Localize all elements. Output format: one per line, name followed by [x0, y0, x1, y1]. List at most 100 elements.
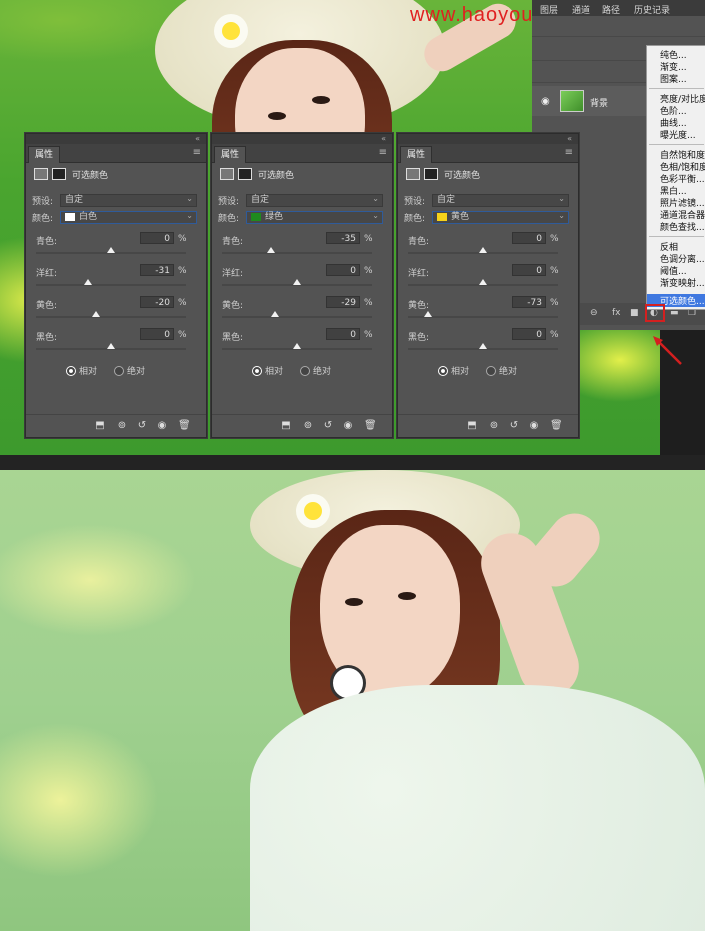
menu-item[interactable]: 曲线... — [660, 118, 687, 130]
clip-to-layer-icon[interactable]: ⬒ — [280, 420, 292, 432]
slider-thumb[interactable] — [479, 343, 487, 349]
radio-relative[interactable]: 相对 — [252, 364, 283, 377]
menu-item[interactable]: 亮度/对比度... — [660, 94, 705, 106]
mask-icon[interactable] — [238, 168, 252, 180]
visibility-eye-icon[interactable]: ◉ — [541, 96, 550, 107]
view-previous-icon[interactable]: ⊚ — [116, 420, 128, 432]
menu-item[interactable]: 颜色查找... — [660, 222, 705, 234]
clip-to-layer-icon[interactable]: ⬒ — [94, 420, 106, 432]
slider-thumb[interactable] — [479, 247, 487, 253]
radio-absolute[interactable]: 绝对 — [300, 364, 331, 377]
tab-properties[interactable]: 属性 — [214, 146, 247, 163]
slider-track[interactable] — [36, 316, 186, 318]
tab-layers[interactable]: 图层 — [540, 3, 558, 16]
tab-properties[interactable]: 属性 — [28, 146, 61, 163]
slider-value-input[interactable]: -29 — [326, 296, 360, 308]
trash-icon[interactable]: 🗑 — [178, 420, 191, 432]
menu-item[interactable]: 照片滤镜... — [660, 198, 705, 210]
percent-label: % — [364, 298, 373, 308]
menu-item[interactable]: 图案... — [660, 74, 687, 86]
menu-item[interactable]: 阈值... — [660, 266, 687, 278]
radio-relative[interactable]: 相对 — [438, 364, 469, 377]
menu-item[interactable]: 反相 — [660, 242, 678, 254]
panel-menu-icon[interactable]: ≡ — [193, 147, 201, 158]
menu-item[interactable]: 色相/饱和度... — [660, 162, 705, 174]
slider-value-input[interactable]: 0 — [326, 264, 360, 276]
slider-value-input[interactable]: -31 — [140, 264, 174, 276]
panel-titlebar[interactable]: « — [212, 134, 392, 144]
visibility-eye-icon[interactable]: ◉ — [156, 420, 168, 432]
slider-thumb[interactable] — [293, 279, 301, 285]
reset-icon[interactable]: ↺ — [322, 420, 334, 432]
reset-icon[interactable]: ↺ — [136, 420, 148, 432]
menu-item[interactable]: 通道混合器... — [660, 210, 705, 222]
slider-value-input[interactable]: 0 — [512, 232, 546, 244]
trash-icon[interactable]: 🗑 — [364, 420, 377, 432]
slider-track[interactable] — [222, 252, 372, 254]
fx-icon[interactable]: fx — [612, 308, 621, 318]
layer-filter-row[interactable] — [532, 18, 705, 37]
slider-track[interactable] — [36, 284, 186, 286]
menu-item[interactable]: 自然饱和度... — [660, 150, 705, 162]
mask-icon[interactable]: ■ — [630, 308, 639, 318]
reset-icon[interactable]: ↺ — [508, 420, 520, 432]
panel-menu-icon[interactable]: ≡ — [565, 147, 573, 158]
slider-thumb[interactable] — [271, 311, 279, 317]
radio-relative[interactable]: 相对 — [66, 364, 97, 377]
preset-value: 自定 — [65, 195, 84, 205]
view-previous-icon[interactable]: ⊚ — [302, 420, 314, 432]
slider-thumb[interactable] — [293, 343, 301, 349]
menu-item[interactable]: 曝光度... — [660, 130, 696, 142]
slider-value-input[interactable]: 0 — [140, 328, 174, 340]
color-select[interactable]: 白色 ⌄ — [60, 211, 197, 224]
slider-value-input[interactable]: 0 — [512, 328, 546, 340]
menu-item[interactable]: 渐变映射... — [660, 278, 705, 290]
slider-value-input[interactable]: 0 — [326, 328, 360, 340]
panel-menu-icon[interactable]: ≡ — [379, 147, 387, 158]
menu-item[interactable]: 渐变... — [660, 62, 687, 74]
collapse-icon[interactable]: « — [195, 134, 200, 143]
slider-thumb[interactable] — [267, 247, 275, 253]
visibility-eye-icon[interactable]: ◉ — [342, 420, 354, 432]
preset-select[interactable]: 自定 ⌄ — [246, 194, 383, 207]
menu-item[interactable]: 色阶... — [660, 106, 687, 118]
menu-item[interactable]: 可选颜色... — [660, 296, 705, 308]
collapse-icon[interactable]: « — [381, 134, 386, 143]
view-previous-icon[interactable]: ⊚ — [488, 420, 500, 432]
color-select[interactable]: 绿色 ⌄ — [246, 211, 383, 224]
slider-value-input[interactable]: -35 — [326, 232, 360, 244]
slider-thumb[interactable] — [424, 311, 432, 317]
slider-value-input[interactable]: -73 — [512, 296, 546, 308]
slider-thumb[interactable] — [92, 311, 100, 317]
menu-item[interactable]: 色调分离... — [660, 254, 705, 266]
visibility-eye-icon[interactable]: ◉ — [528, 420, 540, 432]
link-icon[interactable]: ⊖ — [590, 308, 598, 318]
menu-item[interactable]: 纯色... — [660, 50, 687, 62]
collapse-icon[interactable]: « — [567, 134, 572, 143]
slider-value-input[interactable]: 0 — [512, 264, 546, 276]
clip-to-layer-icon[interactable]: ⬒ — [466, 420, 478, 432]
mask-icon[interactable] — [52, 168, 66, 180]
preset-select[interactable]: 自定 ⌄ — [432, 194, 569, 207]
radio-absolute[interactable]: 绝对 — [114, 364, 145, 377]
preset-select[interactable]: 自定 ⌄ — [60, 194, 197, 207]
tab-paths[interactable]: 路径 — [602, 3, 620, 16]
menu-item[interactable]: 色彩平衡... — [660, 174, 705, 186]
slider-thumb[interactable] — [107, 247, 115, 253]
tab-channels[interactable]: 通道 — [572, 3, 590, 16]
tab-properties[interactable]: 属性 — [400, 146, 433, 163]
color-select[interactable]: 黄色 ⌄ — [432, 211, 569, 224]
slider-value-input[interactable]: 0 — [140, 232, 174, 244]
slider-value-input[interactable]: -20 — [140, 296, 174, 308]
panel-titlebar[interactable]: « — [398, 134, 578, 144]
slider-thumb[interactable] — [479, 279, 487, 285]
tab-history[interactable]: 历史记录 — [634, 3, 670, 16]
menu-item[interactable]: 黑白... — [660, 186, 687, 198]
trash-icon[interactable]: 🗑 — [550, 420, 563, 432]
slider-thumb[interactable] — [84, 279, 92, 285]
slider-track[interactable] — [222, 316, 372, 318]
slider-thumb[interactable] — [107, 343, 115, 349]
radio-absolute[interactable]: 绝对 — [486, 364, 517, 377]
panel-titlebar[interactable]: « — [26, 134, 206, 144]
mask-icon[interactable] — [424, 168, 438, 180]
